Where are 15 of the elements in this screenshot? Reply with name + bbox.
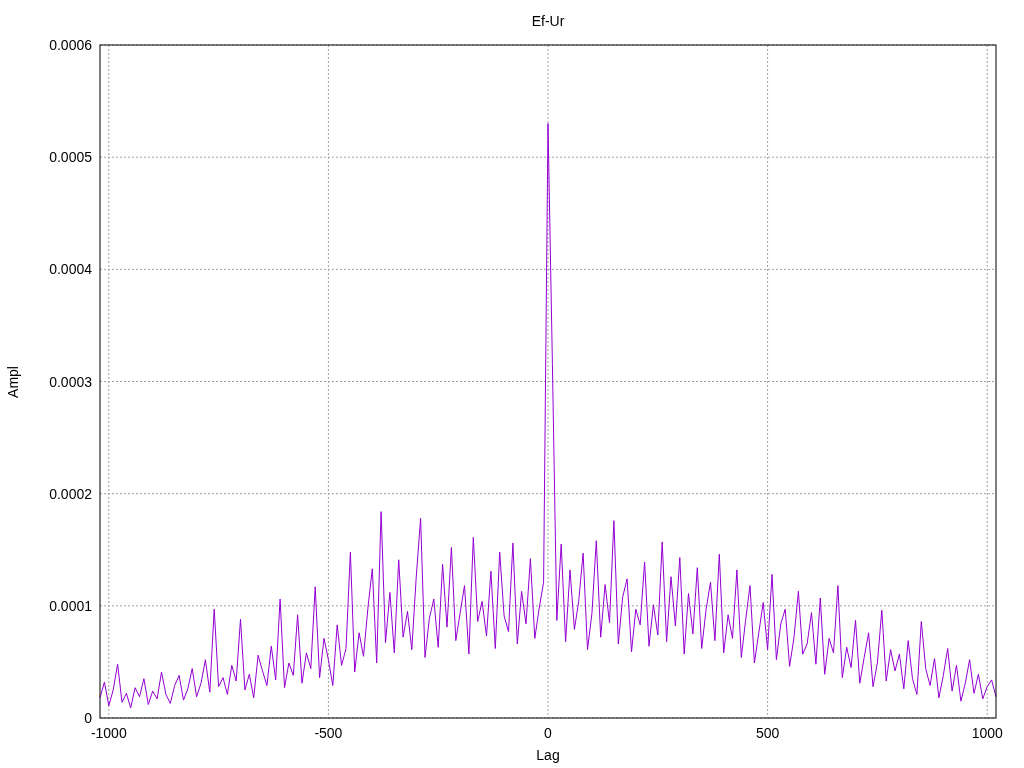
y-tick-label: 0.0005 bbox=[49, 149, 92, 166]
y-axis-label: Ampl bbox=[5, 366, 21, 398]
x-tick-label: 0 bbox=[544, 725, 552, 741]
x-axis-label: Lag bbox=[536, 747, 560, 763]
y-tick-label: 0.0004 bbox=[49, 261, 92, 278]
chart-title: Ef-Ur bbox=[531, 13, 565, 29]
y-tick-label: 0.0006 bbox=[49, 37, 92, 53]
y-tick-label: 0.0003 bbox=[49, 373, 92, 390]
x-tick-label: -1000 bbox=[90, 725, 127, 741]
y-tick-label: 0 bbox=[84, 710, 92, 726]
y-tick-label: 0.0001 bbox=[49, 597, 92, 614]
x-tick-label: 1000 bbox=[971, 725, 1003, 741]
x-tick-label: -500 bbox=[314, 725, 343, 741]
y-tick-label: 0.0002 bbox=[49, 485, 92, 502]
x-tick-label: 500 bbox=[755, 725, 780, 741]
